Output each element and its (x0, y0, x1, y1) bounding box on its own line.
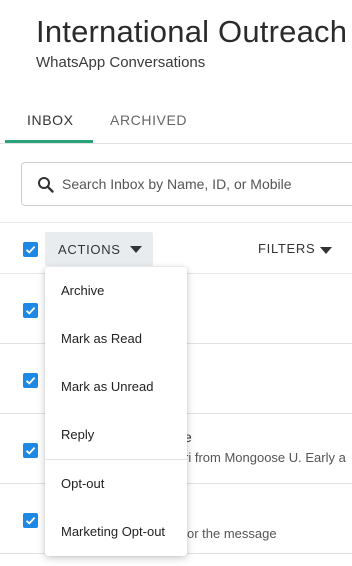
checkmark-icon (25, 245, 36, 254)
filters-caret-down-icon[interactable] (320, 247, 332, 254)
actions-menu: Archive Mark as Read Mark as Unread Repl… (45, 267, 187, 556)
actions-label: ACTIONS (58, 242, 121, 257)
tab-archived[interactable]: ARCHIVED (110, 112, 187, 128)
actions-dropdown-button[interactable]: ACTIONS (45, 232, 153, 266)
menu-item-opt-out[interactable]: Opt-out (61, 476, 104, 491)
row-checkbox[interactable] (23, 443, 38, 458)
page-subtitle: WhatsApp Conversations (36, 54, 206, 71)
menu-item-marketing-opt-out[interactable]: Marketing Opt-out (61, 524, 165, 539)
page-title: International Outreach (36, 14, 348, 49)
tab-inbox[interactable]: INBOX (27, 112, 74, 128)
row-checkbox[interactable] (23, 513, 38, 528)
search-input[interactable] (62, 163, 352, 205)
checkmark-icon (25, 306, 36, 315)
menu-item-archive[interactable]: Archive (61, 283, 104, 298)
menu-item-mark-as-read[interactable]: Mark as Read (61, 331, 142, 346)
filters-button[interactable]: FILTERS (258, 241, 315, 256)
tab-bar: INBOX ARCHIVED (0, 100, 352, 144)
menu-item-reply[interactable]: Reply (61, 427, 94, 442)
menu-item-mark-as-unread[interactable]: Mark as Unread (61, 379, 153, 394)
page-header: International Outreach WhatsApp Conversa… (36, 14, 347, 71)
row-checkbox[interactable] (23, 373, 38, 388)
checkmark-icon (25, 516, 36, 525)
row-preview: ri from Mongoose U. Early a (184, 450, 346, 465)
caret-down-icon (130, 246, 142, 253)
row-checkbox[interactable] (23, 303, 38, 318)
active-tab-indicator (5, 140, 93, 143)
search-box (21, 162, 352, 206)
row-preview: or the message (187, 526, 277, 541)
select-all-checkbox[interactable] (23, 242, 38, 257)
checkmark-icon (25, 446, 36, 455)
menu-divider (45, 459, 187, 460)
checkmark-icon (25, 376, 36, 385)
search-icon (37, 176, 55, 194)
